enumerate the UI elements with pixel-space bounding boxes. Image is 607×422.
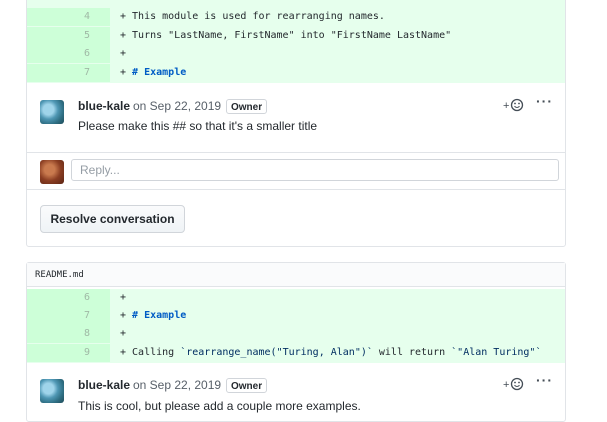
svg-text:+: +: [503, 100, 509, 112]
avatar: [40, 160, 64, 184]
divider: [27, 152, 565, 153]
diff-prefix: + Calling: [120, 347, 181, 358]
diff-line: 8 +: [27, 325, 565, 343]
comment-author[interactable]: blue-kale: [78, 378, 130, 392]
avatar[interactable]: [40, 100, 64, 124]
review-thread-1: 4 + This module is used for rearranging …: [26, 0, 566, 247]
diff-line: 4 + This module is used for rearranging …: [27, 8, 565, 26]
resolve-conversation-button[interactable]: Resolve conversation: [40, 205, 185, 233]
diff-hunk-1: 4 + This module is used for rearranging …: [27, 0, 565, 83]
avatar[interactable]: [40, 379, 64, 403]
line-code: + This module is used for rearranging na…: [120, 11, 385, 22]
file-name[interactable]: README.md: [35, 270, 84, 280]
kebab-horizontal-icon[interactable]: ···: [536, 372, 553, 388]
line-code: + Turns "LastName, FirstName" into "Firs…: [120, 30, 452, 41]
file-README: README.md 6 + 7 + # Example 8 + 9 + Call…: [26, 262, 566, 422]
comment-author[interactable]: blue-kale: [78, 99, 130, 113]
svg-text:+: +: [503, 379, 509, 391]
diff-line: 7 + # Example: [27, 307, 565, 325]
diff-line: 6 +: [27, 45, 565, 63]
kebab-horizontal-icon[interactable]: ···: [536, 93, 553, 109]
diff-line: 9 + Calling `rearrange_name("Turing, Ala…: [27, 344, 565, 362]
diff-text: will return: [372, 347, 452, 358]
line-code: +: [120, 292, 127, 303]
line-number[interactable]: 9: [27, 344, 110, 362]
smiley-plus-icon[interactable]: +: [503, 377, 525, 391]
comment-body: Please make this ## so that it's a small…: [78, 119, 318, 133]
line-number[interactable]: 5: [27, 27, 110, 45]
diff-line: 6 +: [27, 289, 565, 307]
line-number[interactable]: 6: [27, 289, 110, 307]
comment-date[interactable]: on Sep 22, 2019: [133, 99, 221, 113]
file-header: README.md: [27, 263, 565, 287]
comment-date[interactable]: on Sep 22, 2019: [133, 378, 221, 392]
line-number[interactable]: 6: [27, 45, 110, 63]
diff-line: 7 + # Example: [27, 64, 565, 82]
line-number[interactable]: 8: [27, 325, 110, 343]
line-number[interactable]: 7: [27, 64, 110, 82]
diff-line: 5 + Turns "LastName, FirstName" into "Fi…: [27, 27, 565, 45]
markdown-heading: # Example: [132, 310, 187, 321]
smiley-plus-icon[interactable]: +: [503, 98, 525, 112]
diff-prefix: +: [120, 67, 133, 78]
line-code: + # Example: [120, 307, 186, 325]
line-code: +: [120, 48, 127, 59]
line-code: +: [120, 328, 127, 339]
line-number[interactable]: 4: [27, 8, 110, 26]
line-code: + Calling `rearrange_name("Turing, Alan"…: [120, 344, 541, 362]
reply-input[interactable]: Reply...: [71, 159, 559, 181]
inline-code: `rearrange_name("Turing, Alan")`: [180, 347, 373, 358]
diff-prefix: +: [120, 310, 133, 321]
line-code: + # Example: [120, 64, 186, 82]
markdown-heading: # Example: [132, 67, 187, 78]
owner-badge: Owner: [226, 378, 268, 393]
divider: [27, 189, 565, 190]
owner-badge: Owner: [226, 99, 268, 114]
diff-hunk-2: 6 + 7 + # Example 8 + 9 + Calling `rearr…: [27, 289, 565, 363]
inline-code: `"Alan Turing"`: [451, 347, 542, 358]
line-number[interactable]: 7: [27, 307, 110, 325]
